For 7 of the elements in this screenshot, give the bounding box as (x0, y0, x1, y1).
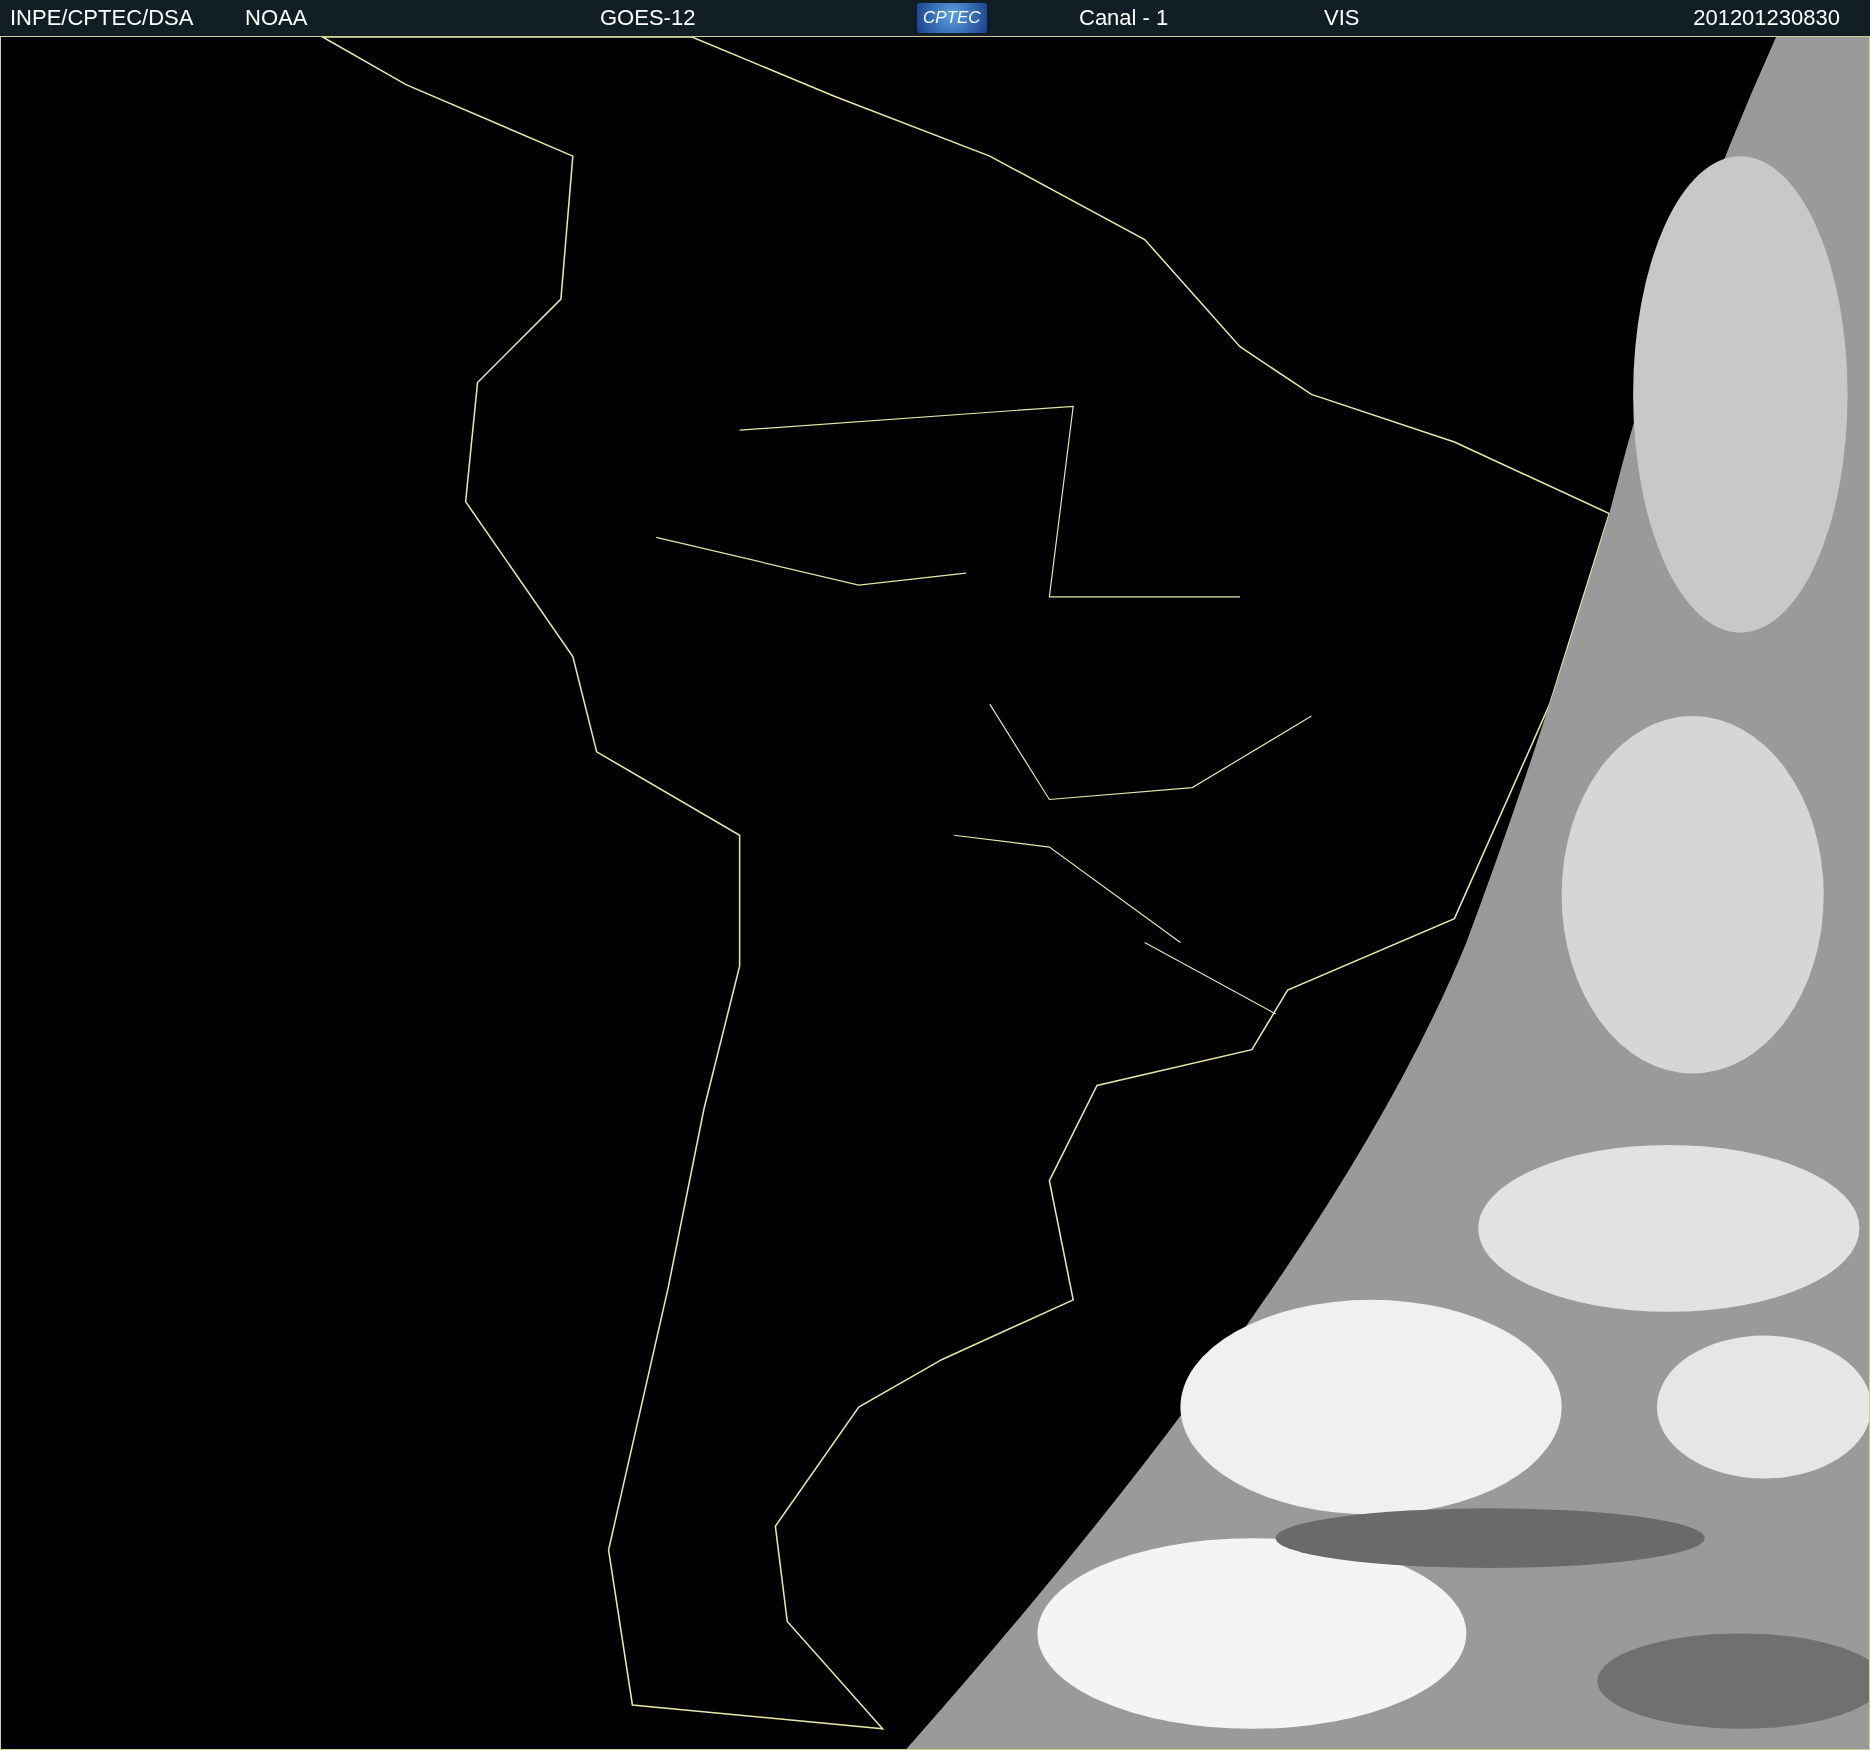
header-label: Canal - 1 (1079, 5, 1169, 31)
header-label: INPE/CPTEC/DSA (10, 5, 194, 31)
header-label: VIS (1324, 5, 1360, 31)
header-label: NOAA (245, 5, 308, 31)
header-label: 201201230830 (1693, 5, 1840, 31)
header-label: GOES-12 (600, 5, 696, 31)
logo: CPTEC (917, 3, 987, 33)
